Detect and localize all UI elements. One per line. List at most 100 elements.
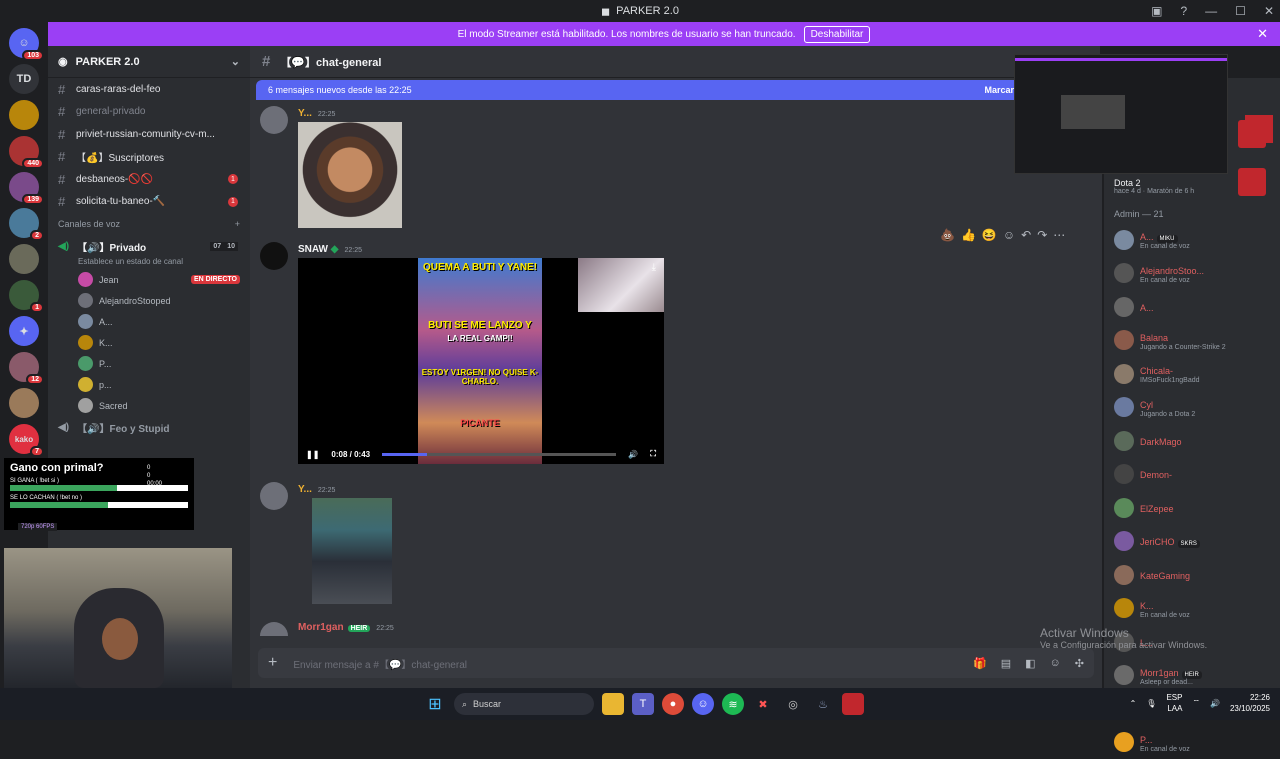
- inbox-icon[interactable]: ▣: [1151, 4, 1162, 18]
- add-reaction-icon[interactable]: ☺: [1003, 228, 1015, 242]
- reaction-emoji[interactable]: 💩: [940, 228, 955, 242]
- close-window-icon[interactable]: ✕: [1264, 4, 1274, 18]
- channel-item[interactable]: #【💰】Suscriptores: [48, 146, 250, 169]
- dota-taskbar-icon[interactable]: [842, 693, 864, 715]
- member-item[interactable]: JeriCHOSKRS: [1104, 525, 1280, 559]
- disable-streamer-button[interactable]: Deshabilitar: [804, 26, 871, 43]
- voice-status[interactable]: Establece un estado de canal: [48, 257, 250, 269]
- voice-channel-feo[interactable]: ◀) 【🔊】Feo y Stupid: [48, 416, 250, 438]
- volume-tray-icon[interactable]: 🔊: [1210, 699, 1220, 708]
- message-author[interactable]: Y...22:25: [298, 108, 335, 119]
- avatar[interactable]: [260, 106, 288, 134]
- member-item[interactable]: ElZepee: [1104, 491, 1280, 525]
- more-icon[interactable]: ⋯: [1053, 228, 1065, 242]
- voice-category[interactable]: Canales de voz +: [48, 213, 250, 235]
- server-icon[interactable]: 2: [9, 208, 39, 238]
- server-header[interactable]: ◉ PARKER 2.0 ⌄: [48, 46, 250, 78]
- fullscreen-icon[interactable]: ⛶: [650, 449, 656, 459]
- message-author[interactable]: Morr1ganHEIR22:25: [298, 622, 394, 633]
- voice-user[interactable]: p...: [48, 374, 250, 395]
- sticker-icon[interactable]: ◧: [1025, 657, 1035, 670]
- composer-placeholder[interactable]: Enviar mensaje a #【💬】chat-general: [293, 656, 467, 671]
- member-item[interactable]: Morr1ganHEIRAsleep or dead...: [1104, 659, 1280, 693]
- home-button[interactable]: ☺ 103: [9, 28, 39, 58]
- member-item[interactable]: AlejandroStoo...En canal de voz: [1104, 257, 1280, 291]
- member-item[interactable]: P...En canal de voz: [1104, 726, 1280, 759]
- obs-icon[interactable]: ◎: [782, 693, 804, 715]
- server-icon[interactable]: 12: [9, 352, 39, 382]
- screen-share-preview[interactable]: [1014, 54, 1228, 174]
- channel-item[interactable]: #priviet-russian-comunity-cv-m...: [48, 123, 250, 146]
- dota-icon[interactable]: [1238, 120, 1266, 148]
- mic-icon[interactable]: 🎙: [1146, 699, 1156, 708]
- video-player[interactable]: QUEMA A BUTI Y YANE! BUTI SE ME LANZO Y …: [298, 258, 664, 464]
- server-icon[interactable]: ✦: [9, 316, 39, 346]
- forward-icon[interactable]: ↷: [1037, 228, 1047, 242]
- dota-icon[interactable]: [1238, 168, 1266, 196]
- member-item[interactable]: Demon-: [1104, 458, 1280, 492]
- mark-read-button[interactable]: Marcar: [984, 85, 1014, 95]
- close-icon[interactable]: ✕: [1257, 26, 1268, 42]
- pause-icon[interactable]: ❚❚: [306, 450, 319, 459]
- chrome-icon[interactable]: ●: [662, 693, 684, 715]
- channel-item[interactable]: #general-privado: [48, 101, 250, 124]
- apps-icon[interactable]: ✣: [1075, 657, 1084, 670]
- teams-icon[interactable]: T: [632, 693, 654, 715]
- new-messages-bar[interactable]: 6 mensajes nuevos desde las 22:25 Marcar: [256, 80, 1026, 100]
- server-icon[interactable]: kako7: [9, 424, 39, 454]
- video-progress[interactable]: [382, 453, 616, 456]
- avatar[interactable]: [260, 622, 288, 636]
- avatar[interactable]: [260, 482, 288, 510]
- server-icon[interactable]: [9, 244, 39, 274]
- voice-user[interactable]: JeanEN DIRECTO: [48, 269, 250, 290]
- member-item[interactable]: BalanaJugando a Counter-Strike 2: [1104, 324, 1280, 358]
- server-icon[interactable]: TD: [9, 64, 39, 94]
- message-author[interactable]: Y...22:25: [298, 484, 335, 495]
- server-icon[interactable]: [9, 100, 39, 130]
- channel-item[interactable]: #solicita-tu-baneo-🔨1: [48, 191, 250, 214]
- server-icon[interactable]: 440: [9, 136, 39, 166]
- minimize-icon[interactable]: —: [1205, 4, 1217, 18]
- member-item[interactable]: A...MIKUEn canal de voz: [1104, 223, 1280, 257]
- server-icon[interactable]: 139: [9, 172, 39, 202]
- steam-icon[interactable]: ♨: [812, 693, 834, 715]
- chevron-down-icon[interactable]: ⌄: [231, 55, 240, 68]
- channel-item[interactable]: #desbaneos-🚫🚫1: [48, 168, 250, 191]
- spotify-icon[interactable]: ≋: [722, 693, 744, 715]
- server-icon[interactable]: 1: [9, 280, 39, 310]
- gif-icon[interactable]: ▤: [1001, 657, 1011, 670]
- voice-user[interactable]: Sacred: [48, 395, 250, 416]
- reaction-emoji[interactable]: 👍: [961, 228, 976, 242]
- windows-start-icon[interactable]: ⊞: [424, 693, 446, 715]
- member-item[interactable]: CylJugando a Dota 2: [1104, 391, 1280, 425]
- member-item[interactable]: Chicala-IMSoFuck1ngBadd: [1104, 357, 1280, 391]
- member-item[interactable]: DarkMago: [1104, 424, 1280, 458]
- reply-icon[interactable]: ↶: [1021, 228, 1031, 242]
- gift-icon[interactable]: 🎁: [973, 657, 987, 670]
- member-item[interactable]: K...En canal de voz: [1104, 592, 1280, 626]
- add-attachment-icon[interactable]: +: [268, 654, 277, 672]
- emoji-icon[interactable]: ☺: [1050, 657, 1061, 670]
- add-channel-icon[interactable]: +: [235, 219, 240, 229]
- voice-user[interactable]: AlejandroStooped: [48, 290, 250, 311]
- download-icon[interactable]: ⤓: [652, 262, 656, 273]
- message-composer[interactable]: + Enviar mensaje a #【💬】chat-general 🎁 ▤ …: [258, 648, 1094, 678]
- volume-icon[interactable]: 🔊: [628, 450, 638, 459]
- file-explorer-icon[interactable]: [602, 693, 624, 715]
- member-item[interactable]: A...: [1104, 290, 1280, 324]
- voice-user[interactable]: P...: [48, 353, 250, 374]
- maximize-icon[interactable]: ☐: [1235, 4, 1246, 18]
- clock[interactable]: 22:2623/10/2025: [1230, 692, 1270, 714]
- chevron-up-icon[interactable]: ⌃: [1130, 699, 1137, 708]
- member-item[interactable]: KateGaming: [1104, 558, 1280, 592]
- voice-channel-privado[interactable]: ◀) 【🔊】Privado 0710: [48, 235, 250, 257]
- wifi-icon[interactable]: ⌔: [1192, 698, 1200, 708]
- help-icon[interactable]: ?: [1180, 4, 1187, 18]
- message-image[interactable]: [298, 122, 402, 228]
- message-image[interactable]: [312, 498, 392, 604]
- voice-user[interactable]: A...: [48, 311, 250, 332]
- voice-user[interactable]: K...: [48, 332, 250, 353]
- discord-taskbar-icon[interactable]: ☺: [692, 693, 714, 715]
- app-icon[interactable]: ✖: [752, 693, 774, 715]
- message-author[interactable]: SNAW ◆22:25: [298, 244, 362, 255]
